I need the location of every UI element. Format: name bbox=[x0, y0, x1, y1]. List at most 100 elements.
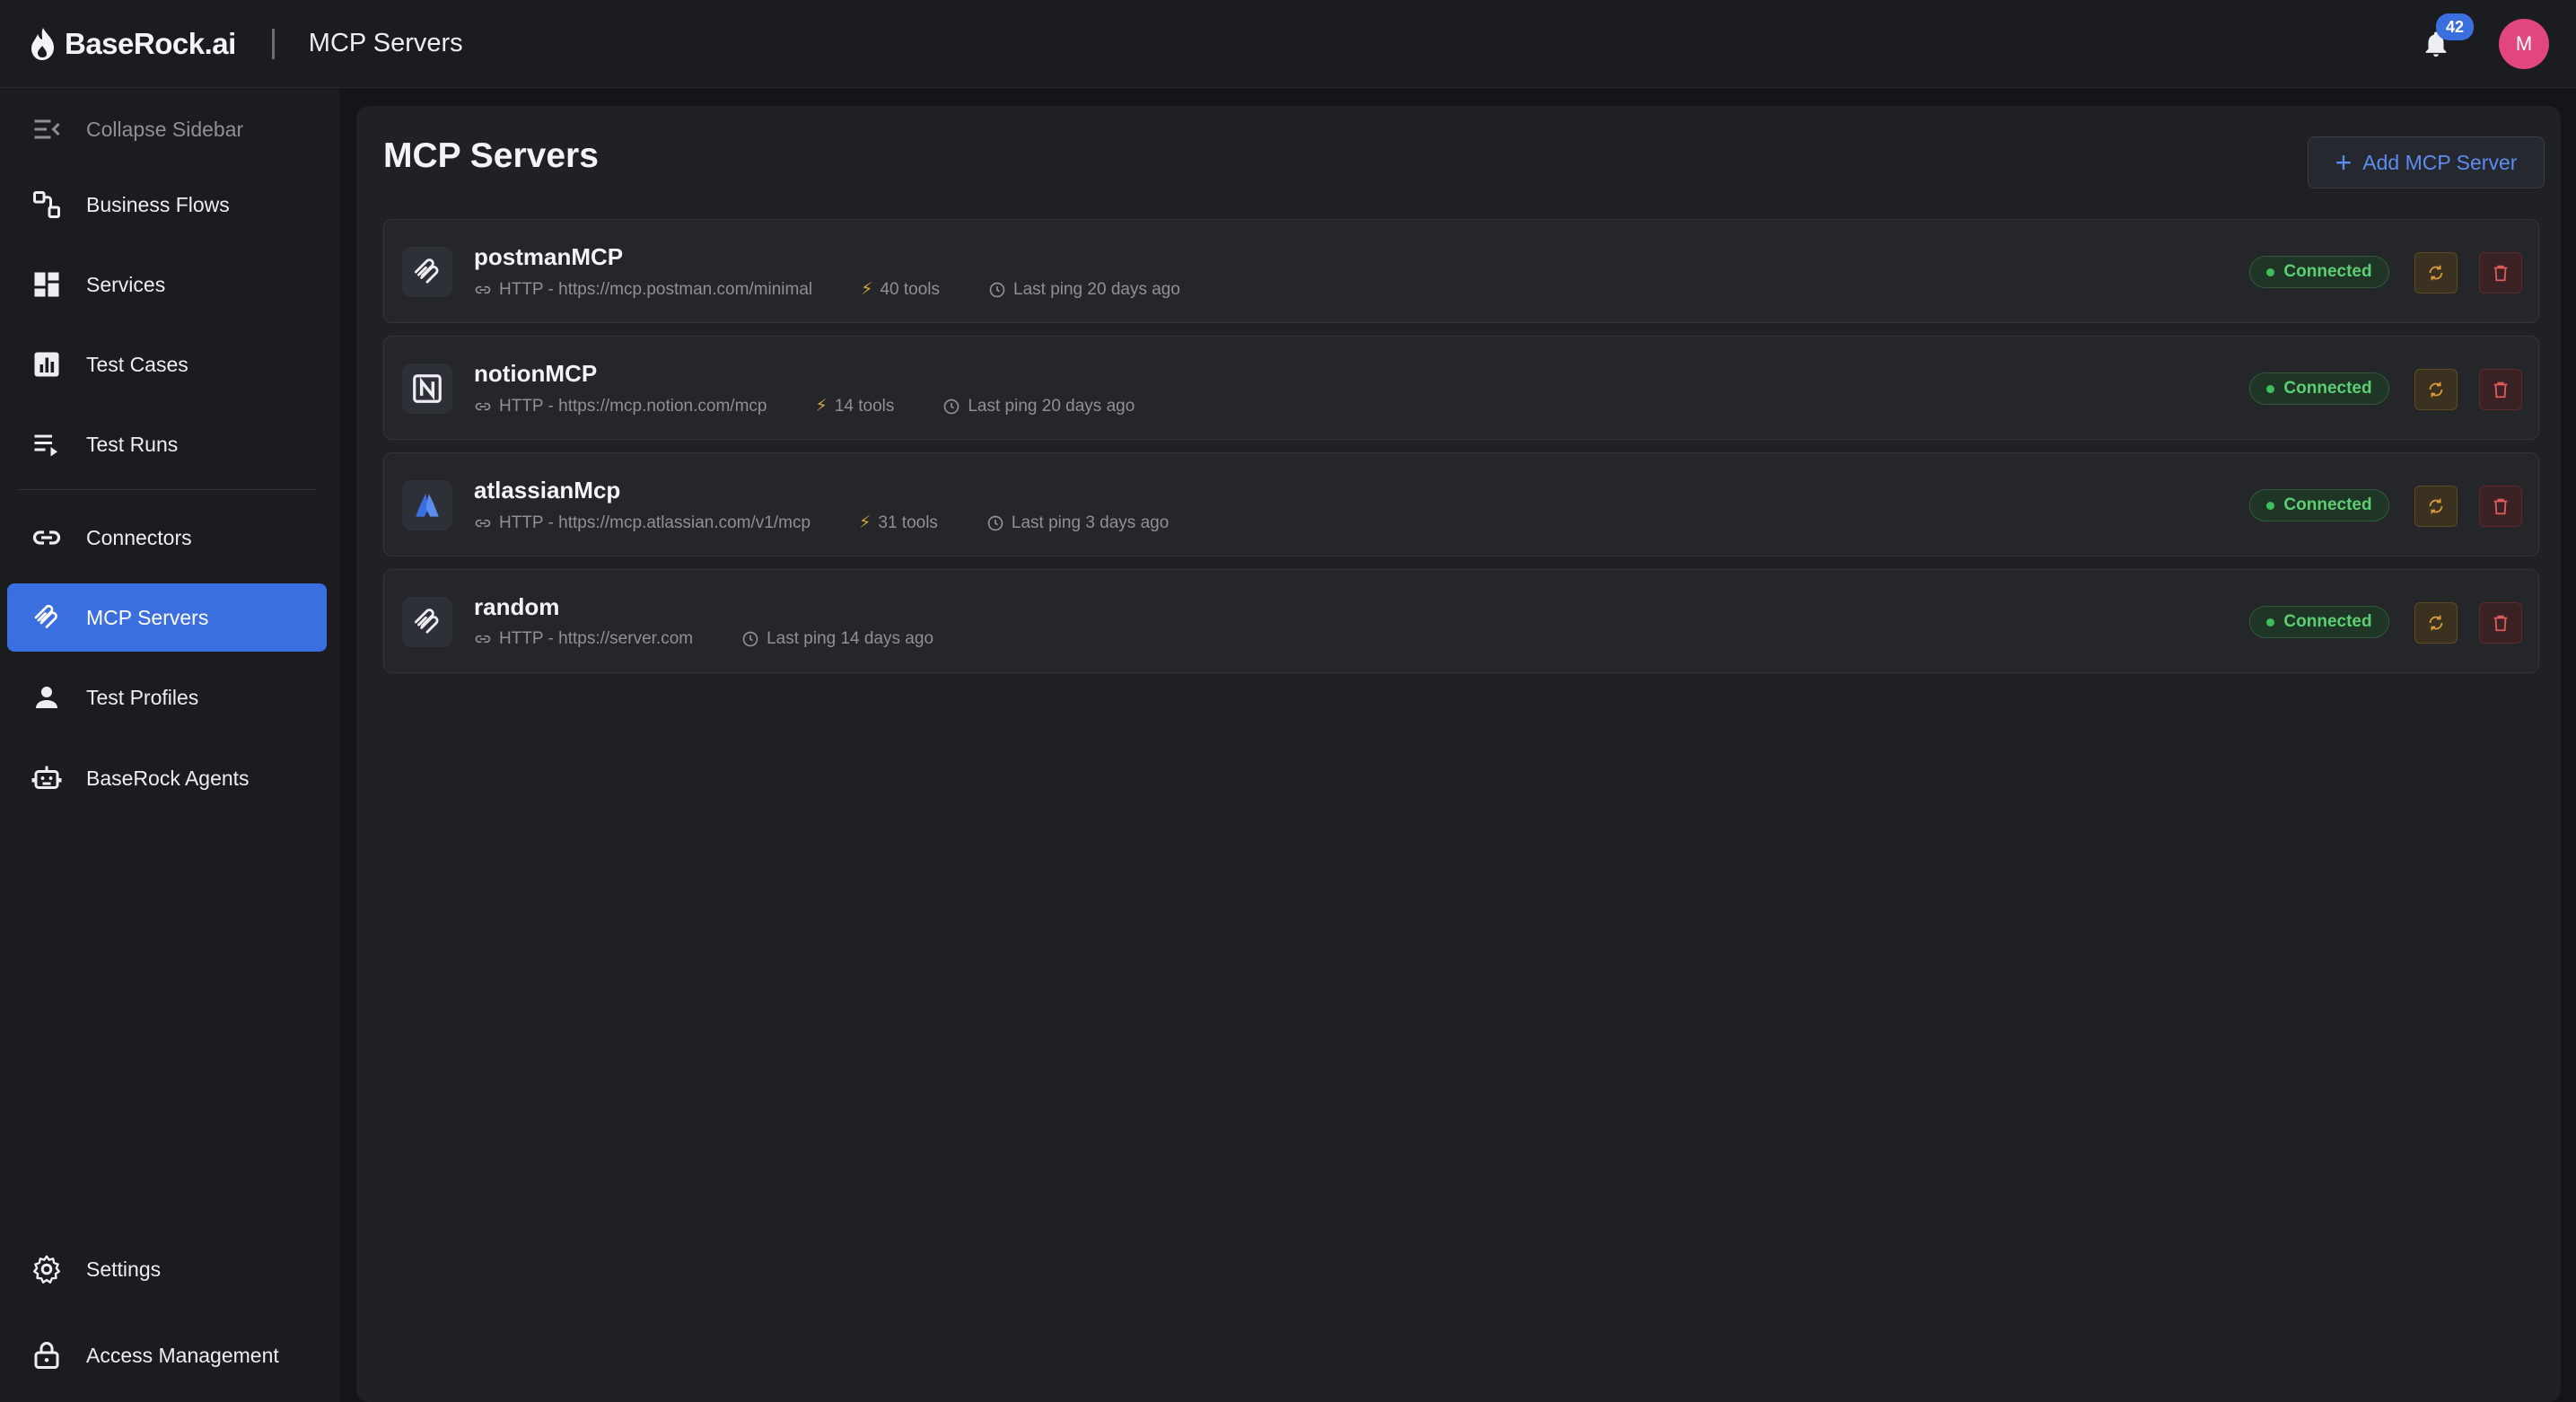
server-card-postmanmcp[interactable]: postmanMCP HTTP - https://mcp.postman.co… bbox=[383, 219, 2539, 323]
server-meta: HTTP - https://server.com Last ping 14 d… bbox=[474, 629, 982, 649]
server-name: random bbox=[474, 593, 560, 620]
baserock-logo-icon bbox=[31, 27, 54, 60]
server-tools: ⚡ 14 tools bbox=[815, 396, 894, 416]
plus-icon: + bbox=[2335, 146, 2353, 179]
sidebar-item-services[interactable]: Services bbox=[7, 250, 327, 319]
mcp-icon bbox=[29, 600, 65, 635]
playlist-play-icon bbox=[29, 426, 65, 462]
top-bar: BaseRock.ai MCP Servers 42 M bbox=[0, 0, 2576, 88]
add-mcp-server-button[interactable]: + Add MCP Server bbox=[2308, 136, 2545, 188]
server-tools-text: 40 tools bbox=[880, 279, 941, 299]
server-last-ping-text: Last ping 14 days ago bbox=[767, 629, 934, 648]
server-url-text: HTTP - https://server.com bbox=[499, 629, 694, 648]
server-card-random[interactable]: random HTTP - https://server.com Last pi… bbox=[383, 569, 2539, 673]
server-last-ping-text: Last ping 20 days ago bbox=[1013, 279, 1180, 299]
status-badge: Connected bbox=[2249, 606, 2389, 638]
status-dot-icon bbox=[2266, 501, 2275, 510]
chart-icon bbox=[29, 346, 65, 382]
clock-icon bbox=[989, 282, 1005, 297]
server-url-text: HTTP - https://mcp.postman.com/minimal bbox=[499, 279, 813, 299]
server-name: notionMCP bbox=[474, 360, 598, 387]
sidebar-item-label: Test Profiles bbox=[86, 685, 199, 709]
server-card-notionmcp[interactable]: notionMCP HTTP - https://mcp.notion.com/… bbox=[383, 336, 2539, 440]
brand[interactable]: BaseRock.ai bbox=[27, 26, 236, 62]
collapse-sidebar-icon bbox=[29, 111, 65, 147]
server-tools: ⚡ 40 tools bbox=[861, 279, 940, 300]
sidebar-item-settings[interactable]: Settings bbox=[7, 1235, 327, 1303]
status-text: Connected bbox=[2283, 612, 2372, 631]
sidebar: Collapse Sidebar Business Flows Services… bbox=[0, 88, 339, 1402]
sidebar-item-collapse-sidebar[interactable]: Collapse Sidebar bbox=[7, 95, 327, 163]
sidebar-item-connectors[interactable]: Connectors bbox=[7, 504, 327, 572]
refresh-button[interactable] bbox=[2414, 602, 2458, 644]
sidebar-item-label: Access Management bbox=[86, 1343, 279, 1367]
refresh-icon bbox=[2429, 265, 2443, 281]
page-title: MCP Servers bbox=[383, 136, 599, 175]
bolt-icon: ⚡ bbox=[859, 513, 872, 532]
flow-icon bbox=[29, 187, 65, 223]
add-mcp-server-label: Add MCP Server bbox=[2362, 150, 2518, 174]
sidebar-item-test-runs[interactable]: Test Runs bbox=[7, 410, 327, 478]
status-dot-icon bbox=[2266, 267, 2275, 276]
header-actions: 42 M bbox=[2418, 0, 2549, 88]
gear-icon bbox=[29, 1251, 65, 1287]
sidebar-item-test-cases[interactable]: Test Cases bbox=[7, 330, 327, 399]
server-tools-text: 14 tools bbox=[834, 396, 895, 416]
server-url-text: HTTP - https://mcp.notion.com/mcp bbox=[499, 396, 767, 416]
sidebar-item-label: Connectors bbox=[86, 525, 192, 549]
sidebar-item-access-management[interactable]: Access Management bbox=[7, 1321, 327, 1389]
server-meta: HTTP - https://mcp.notion.com/mcp ⚡ 14 t… bbox=[474, 396, 1183, 416]
refresh-button[interactable] bbox=[2414, 369, 2458, 410]
lock-icon bbox=[29, 1337, 65, 1373]
user-avatar[interactable]: M bbox=[2499, 19, 2549, 69]
status-dot-icon bbox=[2266, 384, 2275, 393]
sidebar-item-label: MCP Servers bbox=[86, 605, 209, 629]
server-last-ping: Last ping 14 days ago bbox=[741, 629, 933, 649]
delete-button[interactable] bbox=[2479, 486, 2522, 527]
notion-icon bbox=[402, 364, 452, 414]
server-meta: HTTP - https://mcp.atlassian.com/v1/mcp … bbox=[474, 513, 1217, 533]
server-name: atlassianMcp bbox=[474, 477, 621, 504]
bolt-icon: ⚡ bbox=[861, 280, 873, 299]
status-badge: Connected bbox=[2249, 372, 2389, 405]
server-meta: HTTP - https://mcp.postman.com/minimal ⚡… bbox=[474, 279, 1229, 300]
server-tools-text: 31 tools bbox=[878, 513, 938, 532]
server-card-atlassianmcp[interactable]: atlassianMcp HTTP - https://mcp.atlassia… bbox=[383, 452, 2539, 556]
mcp-icon bbox=[402, 597, 452, 647]
delete-button[interactable] bbox=[2479, 369, 2522, 410]
status-text: Connected bbox=[2283, 495, 2372, 514]
sidebar-item-label: Services bbox=[86, 272, 166, 296]
dashboard-icon bbox=[29, 267, 65, 302]
server-last-ping-text: Last ping 3 days ago bbox=[1011, 513, 1170, 532]
delete-button[interactable] bbox=[2479, 602, 2522, 644]
refresh-button[interactable] bbox=[2414, 486, 2458, 527]
sidebar-item-mcp-servers[interactable]: MCP Servers bbox=[7, 583, 327, 652]
server-last-ping: Last ping 3 days ago bbox=[986, 513, 1169, 533]
server-url: HTTP - https://server.com bbox=[474, 629, 693, 649]
sidebar-item-label: Test Cases bbox=[86, 352, 188, 376]
status-text: Connected bbox=[2283, 262, 2372, 281]
sidebar-item-label: Settings bbox=[86, 1257, 162, 1281]
server-url: HTTP - https://mcp.notion.com/mcp bbox=[474, 397, 767, 416]
sidebar-item-test-profiles[interactable]: Test Profiles bbox=[7, 663, 327, 732]
sidebar-divider bbox=[18, 489, 316, 490]
robot-icon bbox=[29, 760, 65, 796]
sidebar-item-business-flows[interactable]: Business Flows bbox=[7, 171, 327, 239]
sidebar-item-baserock-agents[interactable]: BaseRock Agents bbox=[7, 744, 327, 812]
mcp-icon bbox=[402, 247, 452, 297]
bolt-icon: ⚡ bbox=[815, 397, 828, 416]
sidebar-item-label: Business Flows bbox=[86, 192, 230, 216]
server-url: HTTP - https://mcp.postman.com/minimal bbox=[474, 280, 812, 300]
delete-button[interactable] bbox=[2479, 252, 2522, 294]
trash-icon bbox=[2493, 265, 2508, 282]
notification-count-badge: 42 bbox=[2436, 13, 2474, 40]
trash-icon bbox=[2493, 615, 2508, 632]
refresh-button[interactable] bbox=[2414, 252, 2458, 294]
status-dot-icon bbox=[2266, 618, 2275, 627]
server-url: HTTP - https://mcp.atlassian.com/v1/mcp bbox=[474, 513, 810, 533]
clock-icon bbox=[987, 515, 1003, 530]
server-last-ping: Last ping 20 days ago bbox=[988, 280, 1180, 300]
trash-icon bbox=[2493, 381, 2508, 399]
notifications-button[interactable]: 42 bbox=[2418, 13, 2474, 62]
clock-icon bbox=[944, 399, 959, 414]
